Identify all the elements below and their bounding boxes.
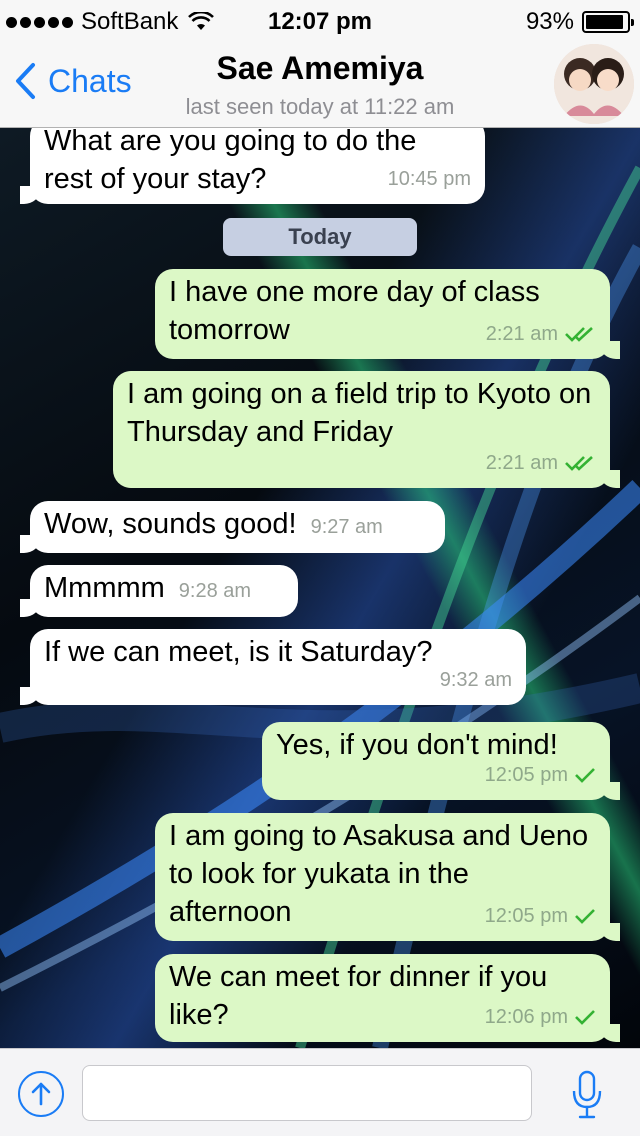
message-time: 10:45 pm — [387, 168, 471, 190]
microphone-icon[interactable] — [570, 1069, 604, 1121]
message-meta: 12:06 pm — [485, 998, 596, 1036]
profile-photo-icon[interactable] — [554, 44, 634, 124]
message-input-bar — [0, 1048, 640, 1136]
message-time: 9:27 am — [310, 516, 383, 538]
message-outgoing[interactable]: I am going on a field trip to Kyoto on T… — [113, 371, 620, 488]
chat-area[interactable]: What are you going to do the rest of you… — [0, 128, 640, 1048]
message-meta: 12:05 pm — [485, 756, 596, 794]
message-time: 12:05 pm — [484, 764, 568, 786]
double-check-icon — [565, 456, 593, 471]
message-time: 12:05 pm — [484, 905, 568, 927]
message-incoming[interactable]: If we can meet, is it Saturday? 9:32 am — [20, 629, 526, 705]
message-meta: 12:05 pm — [485, 897, 596, 935]
upload-arrow-icon[interactable] — [18, 1071, 64, 1117]
battery-fill — [586, 15, 624, 29]
status-right: 93% — [525, 8, 634, 36]
message-incoming[interactable]: Wow, sounds good! 9:27 am — [20, 501, 445, 553]
message-outgoing[interactable]: I have one more day of class tomorrow 2:… — [155, 269, 620, 359]
message-meta: 2:21 am — [486, 315, 596, 353]
message-incoming[interactable]: Mmmmm 9:28 am — [20, 565, 298, 617]
contact-name[interactable]: Sae Amemiya — [0, 50, 640, 87]
navigation-bar: Chats Sae Amemiya last seen today at 11:… — [0, 40, 640, 128]
check-icon — [575, 909, 595, 924]
message-time: 9:32 am — [439, 669, 512, 691]
message-time: 9:28 am — [178, 580, 252, 602]
battery-percent: 93% — [525, 8, 574, 35]
battery-icon — [582, 11, 634, 33]
message-time: 2:21 am — [485, 452, 558, 474]
message-time: 12:06 pm — [484, 1006, 568, 1028]
check-icon — [575, 1010, 595, 1025]
message-text: Mmmmm 9:28 am — [44, 569, 284, 610]
last-seen: last seen today at 11:22 am — [185, 94, 455, 119]
status-bar: SoftBank 12:07 pm 93% — [0, 0, 640, 40]
message-outgoing[interactable]: We can meet for dinner if you like? 12:0… — [155, 954, 620, 1042]
double-check-icon — [565, 327, 593, 342]
message-text: Wow, sounds good! 9:27 am — [44, 505, 431, 546]
message-input[interactable] — [82, 1065, 532, 1121]
check-icon — [575, 768, 595, 783]
message-text: I am going on a field trip to Kyoto on T… — [127, 378, 592, 448]
message-incoming[interactable]: What are you going to do the rest of you… — [20, 128, 485, 204]
message-outgoing[interactable]: Yes, if you don't mind! 12:05 pm — [262, 722, 620, 800]
message-time: 2:21 am — [485, 323, 558, 345]
date-divider: Today — [223, 218, 417, 256]
message-meta: 2:21 am — [486, 444, 596, 482]
message-outgoing[interactable]: I am going to Asakusa and Ueno to look f… — [155, 813, 620, 941]
